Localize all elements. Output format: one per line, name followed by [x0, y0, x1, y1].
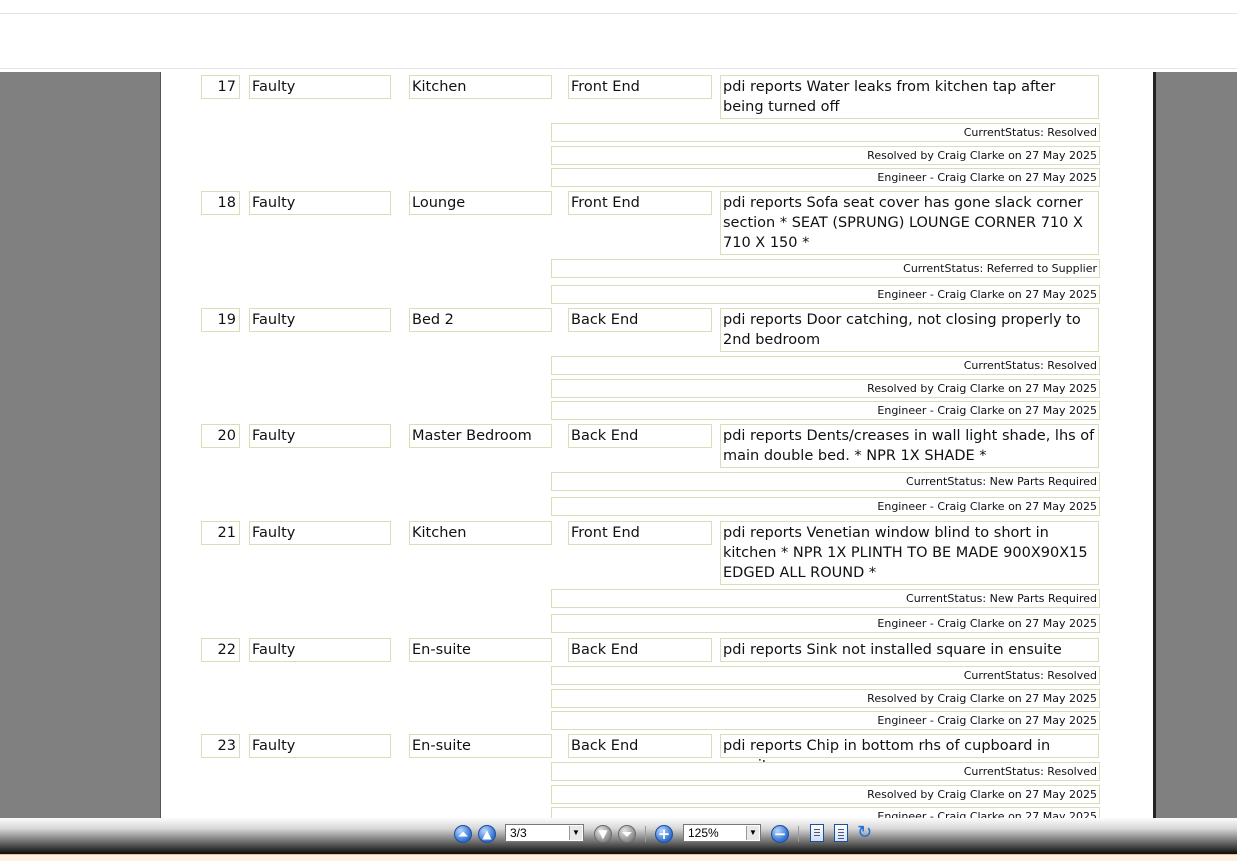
item-number: 22	[201, 638, 240, 662]
item-resolved-by: Resolved by Craig Clarke on 27 May 2025	[551, 785, 1100, 804]
item-area: Front End	[568, 75, 712, 99]
item-type: Faulty	[249, 424, 391, 448]
item-area: Front End	[568, 521, 712, 545]
item-type: Faulty	[249, 308, 391, 332]
item-engineer: Engineer - Craig Clarke on 27 May 2025	[551, 711, 1100, 730]
item-type: Faulty	[249, 75, 391, 99]
item-engineer: Engineer - Craig Clarke on 27 May 2025	[551, 285, 1100, 304]
item-type: Faulty	[249, 638, 391, 662]
item-area: Back End	[568, 424, 712, 448]
zoom-in-button[interactable]: +	[655, 825, 673, 843]
rotate-icon[interactable]: ↻	[857, 824, 872, 842]
item-location: Lounge	[409, 191, 552, 215]
browser-top-area	[0, 0, 1237, 73]
item-number: 20	[201, 424, 240, 448]
page-select[interactable]: 3/3 ▼	[505, 824, 584, 842]
item-number: 21	[201, 521, 240, 545]
zoom-select-value: 125%	[688, 826, 719, 840]
chevron-down-icon: ▼	[746, 826, 759, 840]
item-location: Bed 2	[409, 308, 552, 332]
item-number: 23	[201, 734, 240, 758]
item-type: Faulty	[249, 191, 391, 215]
item-description: pdi reports Sofa seat cover has gone sla…	[720, 191, 1099, 255]
item-description: pdi reports Venetian window blind to sho…	[720, 521, 1099, 585]
first-page-button[interactable]: ⏶	[454, 825, 472, 843]
item-description: pdi reports Door catching, not closing p…	[720, 308, 1099, 352]
item-engineer: Engineer - Craig Clarke on 27 May 2025	[551, 401, 1100, 420]
top-divider	[0, 13, 1237, 14]
fit-width-button[interactable]	[834, 824, 848, 842]
item-status: CurrentStatus: Referred to Supplier	[551, 259, 1100, 278]
item-number: 17	[201, 75, 240, 99]
item-number: 19	[201, 308, 240, 332]
item-status: CurrentStatus: New Parts Required	[551, 472, 1100, 491]
item-status: CurrentStatus: Resolved	[551, 356, 1100, 375]
item-status: CurrentStatus: Resolved	[551, 666, 1100, 685]
item-area: Back End	[568, 638, 712, 662]
item-area: Back End	[568, 734, 712, 758]
page-select-value: 3/3	[510, 826, 527, 840]
item-type: Faulty	[249, 734, 391, 758]
item-status: CurrentStatus: New Parts Required	[551, 589, 1100, 608]
last-page-button[interactable]: ⏷	[618, 825, 636, 843]
item-location: En-suite	[409, 734, 552, 758]
item-status: CurrentStatus: Resolved	[551, 762, 1100, 781]
item-resolved-by: Resolved by Craig Clarke on 27 May 2025	[551, 146, 1100, 165]
next-page-button[interactable]: ▼	[594, 825, 612, 843]
zoom-out-button[interactable]: −	[771, 825, 789, 843]
toolbar-separator	[645, 826, 646, 842]
item-status: CurrentStatus: Resolved	[551, 123, 1100, 142]
top-divider-lower	[0, 68, 1237, 69]
item-location: Kitchen	[409, 75, 552, 99]
zoom-select[interactable]: 125% ▼	[683, 824, 761, 842]
item-resolved-by: Resolved by Craig Clarke on 27 May 2025	[551, 379, 1100, 398]
item-engineer: Engineer - Craig Clarke on 27 May 2025	[551, 497, 1100, 516]
item-description: pdi reports Water leaks from kitchen tap…	[720, 75, 1099, 119]
item-resolved-by: Resolved by Craig Clarke on 27 May 2025	[551, 689, 1100, 708]
previous-page-button[interactable]: ▲	[478, 825, 496, 843]
chevron-down-icon: ▼	[569, 826, 582, 840]
item-type: Faulty	[249, 521, 391, 545]
pdf-toolbar: ⏶ ▲ 3/3 ▼ ▼ ⏷ + 125% ▼ − ↻	[0, 818, 1237, 854]
item-location: Master Bedroom	[409, 424, 552, 448]
fit-page-button[interactable]	[810, 824, 824, 842]
item-engineer: Engineer - Craig Clarke on 27 May 2025	[551, 168, 1100, 187]
item-area: Back End	[568, 308, 712, 332]
item-description: pdi reports Sink not installed square in…	[720, 638, 1099, 662]
item-location: En-suite	[409, 638, 552, 662]
item-location: Kitchen	[409, 521, 552, 545]
item-description: pdi reports Dents/creases in wall light …	[720, 424, 1099, 468]
item-engineer: Engineer - Craig Clarke on 27 May 2025	[551, 614, 1100, 633]
pdf-page: 17 Faulty Kitchen Front End pdi reports …	[160, 72, 1156, 818]
item-number: 18	[201, 191, 240, 215]
pdf-viewer[interactable]: 17 Faulty Kitchen Front End pdi reports …	[0, 72, 1237, 818]
item-area: Front End	[568, 191, 712, 215]
item-description: pdi reports Chip in bottom rhs of cupboa…	[720, 734, 1099, 774]
toolbar-separator	[798, 826, 799, 842]
item-engineer: Engineer - Craig Clarke on 27 May 2025	[551, 807, 1100, 818]
